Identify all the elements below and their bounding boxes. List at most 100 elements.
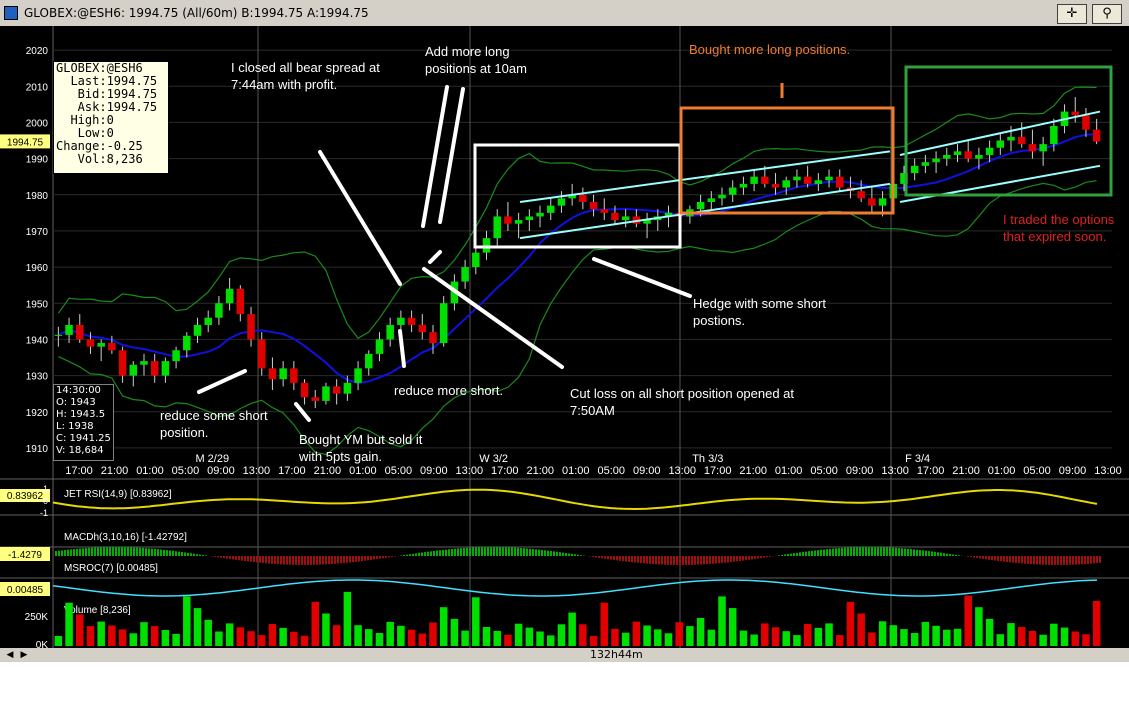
- volume-bar: [204, 619, 212, 646]
- time-span-label: 132h44m: [590, 648, 643, 661]
- volume-bar: [439, 607, 448, 646]
- macd-histogram-bar: [148, 548, 150, 556]
- macd-histogram-bar: [1003, 556, 1005, 562]
- volume-tick-label: 0K: [36, 640, 49, 648]
- candle-body: [472, 252, 480, 268]
- candle-body: [1028, 144, 1037, 152]
- scroll-right-icon[interactable]: ▶: [18, 648, 30, 662]
- candle-body: [236, 288, 245, 315]
- magnifier-button[interactable]: ⚲: [1092, 4, 1122, 24]
- macd-histogram-bar: [406, 554, 408, 556]
- volume-bar: [1017, 627, 1026, 646]
- volume-bar: [1028, 630, 1037, 646]
- horizontal-scrollbar[interactable]: ◀ ▶ 132h44m: [0, 648, 1129, 662]
- macd-histogram-bar: [259, 556, 261, 563]
- macd-histogram-bar: [229, 556, 231, 560]
- macd-histogram-bar: [364, 556, 366, 561]
- macd-histogram-bar: [655, 556, 657, 565]
- volume-bar: [76, 614, 84, 646]
- macd-histogram-bar: [274, 556, 276, 564]
- macd-histogram-bar: [79, 548, 81, 556]
- macd-histogram-bar: [787, 554, 789, 556]
- price-tick-label: 1910: [26, 444, 49, 455]
- time-tick-label: 17:00: [65, 465, 93, 477]
- volume-label: Volume [8,236]: [64, 605, 131, 616]
- macd-histogram-bar: [958, 555, 960, 556]
- macd-histogram-bar: [640, 556, 642, 564]
- annotation-line: Cut loss on all short position opened at: [570, 386, 795, 401]
- chart-area[interactable]: 2020 2010 2000 1990 1980 1970 1960 1950 1940 1930…: [0, 26, 1129, 651]
- macd-histogram-bar: [982, 556, 984, 559]
- macd-histogram-bar: [502, 547, 504, 556]
- macd-histogram-bar: [313, 556, 315, 565]
- candle-body: [750, 176, 758, 184]
- price-tick-label: 1960: [26, 263, 49, 274]
- volume-bar: [418, 633, 427, 646]
- volume-bar: [739, 630, 748, 646]
- price-tick-label: 2020: [26, 46, 49, 57]
- macd-histogram-bar: [280, 556, 282, 565]
- macd-histogram-bar: [349, 556, 351, 563]
- bar-close: C: 1941.25: [56, 433, 111, 444]
- macd-histogram-bar: [880, 547, 882, 556]
- candle-body: [493, 216, 501, 239]
- annotation-add-long: Add more long positions at 10am: [425, 43, 527, 77]
- annotation-line: reduce more short.: [394, 383, 504, 398]
- macd-histogram-bar: [337, 556, 339, 564]
- volume-bar: [900, 629, 908, 646]
- candle-body: [953, 151, 962, 155]
- macd-histogram-bar: [742, 556, 744, 561]
- macd-histogram-bar: [613, 556, 615, 560]
- macd-histogram-bar: [619, 556, 621, 561]
- candle-body: [557, 198, 566, 206]
- time-tick-label: 05:00: [172, 465, 200, 477]
- macd-histogram-bar: [802, 551, 804, 556]
- macd-histogram-bar: [124, 547, 126, 556]
- macd-histogram-bar: [1066, 556, 1068, 565]
- candle-body: [985, 147, 994, 155]
- macd-histogram-bar: [952, 554, 954, 556]
- macd-histogram-bar: [205, 555, 207, 556]
- macd-histogram-bar: [115, 547, 117, 556]
- macd-histogram-bar: [664, 556, 666, 565]
- macd-histogram-bar: [1072, 556, 1074, 565]
- macd-histogram-bar: [991, 556, 993, 561]
- macd-histogram-bar: [724, 556, 726, 563]
- candle-body: [761, 176, 769, 184]
- macd-histogram-bar: [712, 556, 714, 564]
- volume-bar: [332, 625, 341, 646]
- macd-histogram-bar: [190, 553, 192, 556]
- volume-bar: [150, 626, 159, 646]
- macd-histogram-bar: [607, 556, 609, 560]
- annotation-bought-ym: Bought YM but sold it with 5pts gain.: [299, 431, 422, 465]
- volume-bar: [546, 635, 555, 646]
- candle-body: [343, 382, 352, 394]
- volume-bar: [932, 625, 940, 646]
- volume-bar: [846, 601, 855, 646]
- macd-histogram-bar: [463, 547, 465, 556]
- price-chart[interactable]: 2020 2010 2000 1990 1980 1970 1960 1950 1940 1930…: [0, 26, 1129, 651]
- annotation-line: I closed all bear spread at: [231, 60, 380, 75]
- candle-body: [482, 238, 491, 253]
- time-tick-label: 01:00: [349, 465, 377, 477]
- macd-histogram-bar: [718, 556, 720, 564]
- candle-body: [589, 201, 598, 210]
- volume-bar: [290, 631, 298, 646]
- candle-body: [718, 194, 726, 199]
- crosshair-button[interactable]: ✛: [1057, 4, 1087, 24]
- macd-histogram-bar: [574, 554, 576, 556]
- macd-histogram-bar: [1027, 556, 1029, 564]
- macd-histogram-bar: [55, 551, 57, 556]
- scroll-left-icon[interactable]: ◀: [4, 648, 16, 662]
- volume-bar: [707, 629, 716, 646]
- macd-histogram-bar: [334, 556, 336, 564]
- macd-histogram-bar: [610, 556, 612, 560]
- macd-histogram-bar: [322, 556, 324, 565]
- macd-histogram-bar: [139, 547, 141, 556]
- macd-histogram-bar: [703, 556, 705, 565]
- macd-histogram-bar: [1087, 556, 1089, 564]
- macd-histogram-bar: [988, 556, 990, 560]
- macd-label: MACDh(3,10,16) [-1.42792]: [64, 532, 187, 543]
- bar-volume: V: 18,684: [56, 445, 104, 456]
- volume-bar: [482, 627, 491, 646]
